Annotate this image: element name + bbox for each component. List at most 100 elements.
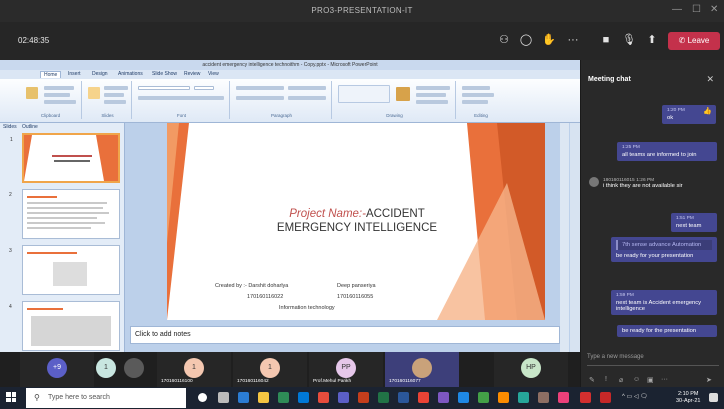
app-icon[interactable] [580, 392, 591, 403]
attach-icon[interactable]: ⌀ [619, 376, 623, 384]
participant-tile[interactable]: 1 170160116100 [157, 352, 231, 387]
leave-label: Leave [687, 36, 710, 45]
notes-pane[interactable]: Click to add notes [130, 326, 560, 344]
phone-icon: ✆ [678, 36, 688, 45]
paragraph-group-label: Paragraph [270, 113, 292, 118]
slide-created-by: Created by :- Darshit doharlya [215, 283, 289, 289]
participant-tile[interactable] [120, 352, 154, 387]
participant-tile[interactable]: 170160116077 [385, 352, 459, 387]
slide-thumbnail[interactable]: 1 [10, 133, 120, 183]
ribbon-tab-slideshow[interactable]: Slide Show [152, 71, 177, 77]
meeting-toolbar: 02:48:35 ⚇ ◯ ✋ ··· ■ 🎙 ⬆ ✆ Leave [0, 22, 724, 60]
slide-thumbnail[interactable]: 4 [9, 301, 120, 351]
close-window-icon[interactable]: ✕ [710, 4, 718, 15]
slide-number: 3 [9, 248, 12, 254]
ribbon-tab-design[interactable]: Design [92, 71, 108, 77]
store-icon[interactable] [298, 392, 309, 403]
app-icon[interactable] [278, 392, 289, 403]
chat-message: be ready for the presentation [617, 325, 717, 337]
font-group: Font [134, 81, 230, 119]
meeting-timer: 02:48:35 [18, 36, 50, 45]
send-icon[interactable]: ➤ [706, 376, 712, 384]
app-icon[interactable] [438, 392, 449, 403]
mic-icon[interactable]: 🎙 [622, 33, 636, 47]
meeting-chat-panel: Meeting chat ✕ 1:20 PM ok 👍 1:25 PM all … [580, 60, 724, 387]
ribbon-tab-home[interactable]: Home [40, 71, 62, 78]
app-icon[interactable] [538, 392, 549, 403]
chat-icon[interactable]: ◯ [519, 33, 533, 47]
app-icon[interactable] [498, 392, 509, 403]
people-icon[interactable]: ⚇ [497, 33, 511, 47]
app-icon[interactable] [478, 392, 489, 403]
ribbon-tab-view[interactable]: View [208, 71, 219, 77]
taskbar-search[interactable]: ⚲ Type here to search [26, 388, 186, 408]
app-icon[interactable] [318, 392, 329, 403]
app-icon[interactable] [600, 392, 611, 403]
pane-tab-slides[interactable]: Slides [3, 124, 17, 130]
slide-dept: Information technology [279, 305, 335, 311]
search-placeholder: Type here to search [48, 394, 110, 401]
notifications-icon[interactable] [709, 393, 718, 402]
cortana-icon[interactable] [198, 393, 207, 402]
maximize-icon[interactable]: ☐ [692, 4, 701, 15]
taskbar-clock[interactable]: 2:10 PM 30-Apr-21 [676, 391, 700, 405]
share-icon[interactable]: ⬆ [645, 33, 659, 47]
thumbs-up-icon: 👍 [703, 108, 712, 115]
more-options-icon[interactable]: ··· [661, 376, 668, 383]
chrome-icon[interactable] [418, 392, 429, 403]
shared-screen: accident emergency intelligence technoit… [0, 60, 580, 352]
ribbon-tab-insert[interactable]: Insert [68, 71, 81, 77]
chat-message: 1:25 PM all teams are informed to join [617, 142, 717, 161]
app-icon[interactable] [518, 392, 529, 403]
word-icon[interactable] [398, 392, 409, 403]
app-icon[interactable] [558, 392, 569, 403]
file-explorer-icon[interactable] [258, 392, 269, 403]
leave-button[interactable]: ✆ Leave [668, 32, 720, 50]
important-icon[interactable]: ! [605, 376, 607, 383]
participant-tile[interactable]: +9 [20, 352, 94, 387]
drawing-group-label: Drawing [386, 113, 403, 118]
minimize-icon[interactable]: — [672, 4, 682, 15]
participant-tile[interactable]: 1 170160116042 [233, 352, 307, 387]
avatar [589, 177, 599, 187]
excel-icon[interactable] [378, 392, 389, 403]
pane-tab-outline[interactable]: Outline [22, 124, 38, 130]
ribbon-tab-animations[interactable]: Animations [118, 71, 143, 77]
message-time: 1:25 PM [622, 145, 640, 150]
slides-group-label: Slides [101, 113, 114, 118]
slide-thumbnail[interactable]: 3 [9, 245, 120, 295]
edge-icon[interactable] [238, 392, 249, 403]
slides-group: Slides [84, 81, 132, 119]
ribbon: Clipboard Slides Font Paragraph Drawing … [0, 79, 580, 123]
slide-title: Project Name:-ACCIDENT EMERGENCY INTELLI… [217, 207, 497, 235]
participant-tile[interactable]: HP [494, 352, 568, 387]
chat-input[interactable]: Type a new message [587, 352, 719, 366]
participant-name: 170160116077 [389, 379, 421, 384]
task-view-icon[interactable] [218, 392, 229, 403]
close-icon[interactable]: ✕ [706, 74, 714, 85]
system-tray-icons[interactable]: ^ ▭ ◁ 🗨 [622, 393, 662, 402]
camera-off-icon[interactable]: ■ [599, 33, 613, 47]
avatar [412, 358, 432, 378]
gif-icon[interactable]: ▣ [647, 376, 654, 384]
teams-icon[interactable] [338, 392, 349, 403]
windows-start-icon[interactable] [6, 392, 16, 402]
drawing-group: Drawing [334, 81, 456, 119]
slide-thumbnail[interactable]: 2 [9, 189, 120, 239]
slide-canvas[interactable]: Project Name:-ACCIDENT EMERGENCY INTELLI… [167, 123, 545, 320]
participant-tile[interactable]: PP Prof.Mehul Parikh [309, 352, 383, 387]
ribbon-tab-review[interactable]: Review [184, 71, 200, 77]
format-icon[interactable]: ✎ [589, 376, 595, 384]
emoji-icon[interactable]: ☺ [633, 376, 640, 383]
chat-message: 180160116015 1:26 PM i think they are no… [589, 177, 719, 189]
message-text: be ready for the presentation [622, 328, 697, 334]
powerpoint-icon[interactable] [358, 392, 369, 403]
window-titlebar: PRO3-PRESENTATION-IT — ☐ ✕ [0, 0, 724, 22]
vertical-scrollbar[interactable] [560, 123, 569, 352]
raise-hand-icon[interactable]: ✋ [542, 33, 556, 47]
app-icon[interactable] [458, 392, 469, 403]
slide-title-line2: EMERGENCY INTELLIGENCE [276, 222, 438, 234]
more-icon[interactable]: ··· [566, 33, 580, 47]
slide-id-1: 170160116022 [247, 294, 284, 300]
ribbon-tabs: Home Insert Design Animations Slide Show… [0, 70, 580, 79]
